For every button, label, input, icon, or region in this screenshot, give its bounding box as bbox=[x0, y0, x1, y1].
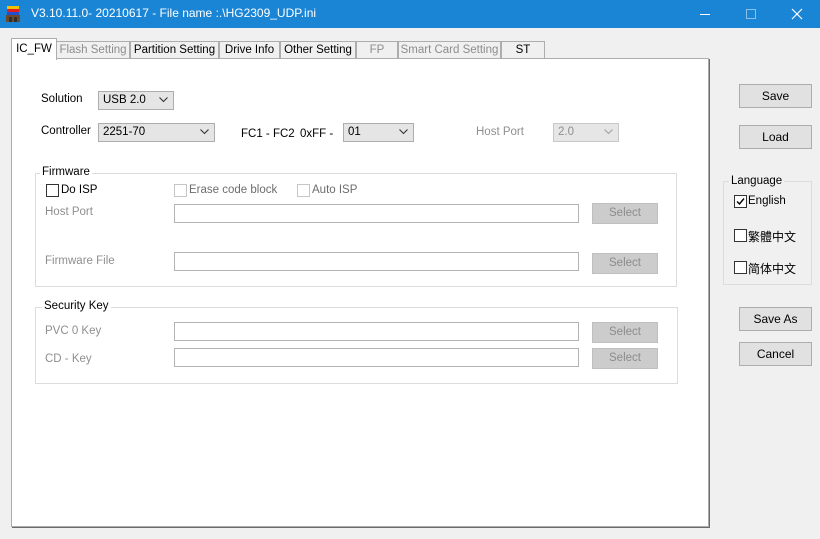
fw-host-port-label: Host Port bbox=[45, 206, 93, 218]
cd-key-label: CD - Key bbox=[45, 353, 92, 365]
fc-value: 01 bbox=[348, 126, 361, 138]
cd-key-select-button[interactable]: Select bbox=[592, 348, 658, 369]
tab-ic-fw[interactable]: IC_FW bbox=[11, 38, 57, 60]
load-button[interactable]: Load bbox=[739, 125, 812, 149]
cd-key-field[interactable] bbox=[174, 348, 579, 367]
pvc0-key-select-button[interactable]: Select bbox=[592, 322, 658, 343]
auto-isp-label: Auto ISP bbox=[312, 184, 358, 196]
host-port-value: 2.0 bbox=[558, 126, 574, 138]
do-isp-checkbox[interactable] bbox=[46, 184, 59, 197]
tab-other-setting[interactable]: Other Setting bbox=[280, 41, 356, 59]
maximize-icon bbox=[746, 9, 756, 19]
do-isp-label: Do ISP bbox=[61, 184, 98, 196]
tab-st[interactable]: ST bbox=[501, 41, 545, 59]
simplified-chinese-label: 简体中文 bbox=[748, 262, 797, 276]
simplified-chinese-checkbox[interactable] bbox=[734, 261, 747, 274]
controller-label: Controller bbox=[41, 125, 91, 137]
cancel-button[interactable]: Cancel bbox=[739, 342, 812, 366]
firmware-file-select-button[interactable]: Select bbox=[592, 253, 658, 274]
language-group-title: Language bbox=[729, 175, 785, 187]
fw-host-port-field[interactable] bbox=[174, 204, 579, 223]
minimize-button[interactable] bbox=[682, 0, 728, 28]
save-as-button[interactable]: Save As bbox=[739, 307, 812, 331]
chevron-down-icon bbox=[159, 97, 168, 103]
fw-host-port-select-button[interactable]: Select bbox=[592, 203, 658, 224]
check-icon bbox=[736, 198, 745, 206]
chevron-down-icon bbox=[200, 129, 209, 135]
chevron-down-icon bbox=[399, 129, 408, 135]
controller-select[interactable]: 2251-70 bbox=[98, 123, 215, 142]
firmware-file-field[interactable] bbox=[174, 252, 579, 271]
tab-drive-info[interactable]: Drive Info bbox=[219, 41, 280, 59]
ic-fw-tab-page: Solution USB 2.0 Controller 2251-70 FC1 … bbox=[11, 58, 709, 527]
tab-fp[interactable]: FP bbox=[356, 41, 398, 59]
tab-partition-setting[interactable]: Partition Setting bbox=[130, 41, 219, 59]
minimize-icon bbox=[700, 14, 710, 15]
chevron-down-icon bbox=[604, 129, 613, 135]
traditional-chinese-label: 繁體中文 bbox=[748, 230, 797, 244]
tab-flash-setting[interactable]: Flash Setting bbox=[56, 41, 130, 59]
security-key-group-title: Security Key bbox=[42, 300, 111, 312]
solution-label: Solution bbox=[41, 93, 83, 105]
save-button[interactable]: Save bbox=[739, 84, 812, 108]
tab-smart-card-setting[interactable]: Smart Card Setting bbox=[398, 41, 501, 59]
close-button[interactable] bbox=[774, 0, 820, 28]
pvc0-key-label: PVC 0 Key bbox=[45, 325, 102, 337]
controller-value: 2251-70 bbox=[103, 126, 146, 138]
host-port-label: Host Port bbox=[476, 126, 524, 138]
solution-value: USB 2.0 bbox=[103, 94, 146, 106]
host-port-select[interactable]: 2.0 bbox=[553, 123, 619, 142]
english-checkbox[interactable] bbox=[734, 195, 747, 208]
fc-select[interactable]: 01 bbox=[343, 123, 414, 142]
window-title: V3.10.11.0- 20210617 - File name :.\HG23… bbox=[31, 6, 317, 20]
erase-code-block-checkbox[interactable] bbox=[174, 184, 187, 197]
fc-label: FC1 - FC2 bbox=[241, 128, 295, 140]
app-logo-icon[interactable] bbox=[4, 5, 22, 23]
erase-code-block-label: Erase code block bbox=[189, 184, 278, 196]
auto-isp-checkbox[interactable] bbox=[297, 184, 310, 197]
english-label: English bbox=[748, 195, 786, 207]
firmware-file-label: Firmware File bbox=[45, 255, 115, 267]
solution-select[interactable]: USB 2.0 bbox=[98, 91, 174, 110]
maximize-button[interactable] bbox=[728, 0, 774, 28]
close-icon bbox=[791, 8, 803, 20]
fc-prefix-label: 0xFF - bbox=[300, 128, 334, 140]
pvc0-key-field[interactable] bbox=[174, 322, 579, 341]
firmware-group-title: Firmware bbox=[40, 166, 92, 178]
security-key-group bbox=[35, 307, 678, 384]
traditional-chinese-checkbox[interactable] bbox=[734, 229, 747, 242]
title-bar[interactable]: V3.10.11.0- 20210617 - File name :.\HG23… bbox=[0, 0, 820, 28]
